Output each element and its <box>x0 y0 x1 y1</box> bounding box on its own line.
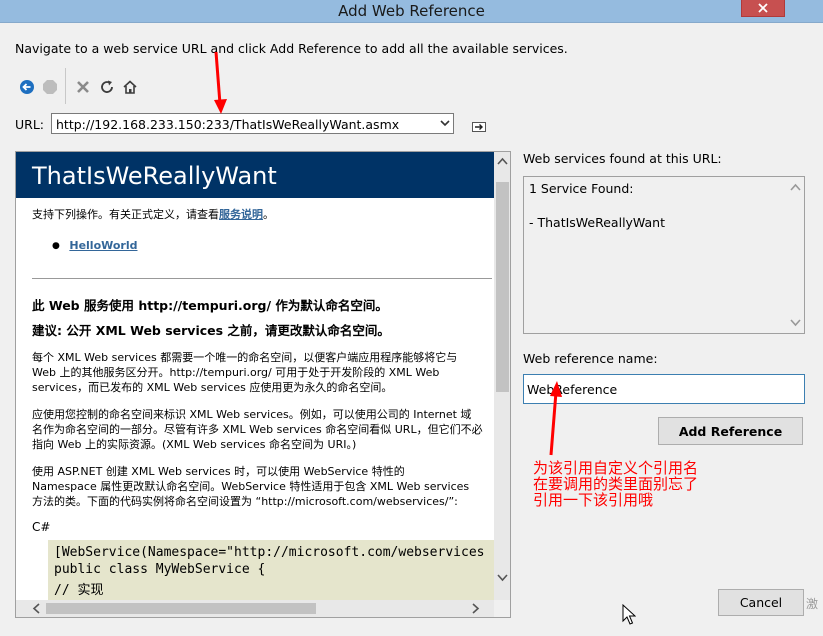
service-count: 1 Service Found: <box>529 181 634 196</box>
scroll-down-icon[interactable] <box>790 319 801 327</box>
url-value[interactable]: http://192.168.233.150:233/ThatIsWeReall… <box>56 117 399 132</box>
url-combobox[interactable]: http://192.168.233.150:233/ThatIsWeReall… <box>51 113 454 134</box>
close-icon <box>758 3 768 13</box>
cancel-button[interactable]: Cancel <box>718 589 804 616</box>
scroll-down-icon[interactable] <box>497 574 508 582</box>
watermark-text: 激 <box>806 597 819 611</box>
services-vertical-scrollbar[interactable] <box>787 177 804 333</box>
service-header: ThatIsWeReallyWant <box>16 152 494 198</box>
paragraph-3-line-1: 使用 ASP.NET 创建 XML Web services 时，可以使用 We… <box>32 465 405 478</box>
horizontal-scroll-thumb[interactable] <box>46 603 316 614</box>
intro-line: 支持下列操作。有关正式定义，请查看服务说明。 <box>32 207 492 222</box>
scroll-up-icon[interactable] <box>497 157 508 165</box>
code-language: C# <box>32 520 51 534</box>
service-description-link[interactable]: 服务说明 <box>219 208 263 221</box>
recommendation-heading: 建议: 公开 XML Web services 之前，请更改默认命名空间。 <box>32 323 390 338</box>
url-label: URL: <box>15 117 45 132</box>
paragraph-3-line-3: 方法的类。下面的代码实例将命名空间设置为 “http://microsoft.c… <box>32 495 458 508</box>
horizontal-scrollbar[interactable] <box>16 600 494 617</box>
namespace-heading: 此 Web 服务使用 http://tempuri.org/ 作为默认命名空间。 <box>32 298 388 313</box>
intro-text: 支持下列操作。有关正式定义，请查看 <box>32 208 219 221</box>
toolbar-separator <box>65 68 66 104</box>
paragraph-3-line-2: Namespace 属性更改默认命名空间。WebService 特性适用于包含 … <box>32 480 470 493</box>
services-found-label: Web services found at this URL: <box>523 151 722 166</box>
browser-pane[interactable]: ThatIsWeReallyWant 支持下列操作。有关正式定义，请查看服务说明… <box>15 151 511 618</box>
chevron-down-icon[interactable] <box>440 118 450 128</box>
url-arrow-icon <box>214 51 227 114</box>
code-line-3: // 实现 <box>54 583 104 598</box>
service-list-item[interactable]: - ThatIsWeReallyWant <box>529 215 665 230</box>
instruction-text: Navigate to a web service URL and click … <box>15 41 568 56</box>
paragraph-1-line-2: Web 上的其他服务区分开。http://tempuri.org/ 可用于处于开… <box>32 366 440 379</box>
scroll-right-icon[interactable] <box>472 603 480 614</box>
window-title: Add Web Reference <box>338 2 485 20</box>
paragraph-1-line-3: services，而已发布的 XML Web services 应使用更为永久的… <box>32 381 393 394</box>
intro-end: 。 <box>263 208 274 221</box>
paragraph-2-line-1: 应使用您控制的命名空间来标识 XML Web services。例如，可以使用公… <box>32 408 472 421</box>
code-line-1: [WebService(Namespace="http://microsoft.… <box>54 545 485 560</box>
add-reference-button[interactable]: Add Reference <box>658 417 803 445</box>
stop-icon[interactable] <box>42 79 58 95</box>
refresh-icon[interactable] <box>99 79 115 95</box>
code-block: [WebService(Namespace="http://microsoft.… <box>48 540 498 602</box>
operation-link[interactable]: HelloWorld <box>69 239 137 252</box>
paragraph-2-line-3: 指向 Web 上的实际资源。(XML Web services 命名空间为 UR… <box>32 438 357 451</box>
paragraph-2-line-2: 名作为命名空间的一部分。尽管有许多 XML Web services 命名空间看… <box>32 423 483 436</box>
reference-name-input[interactable] <box>523 374 805 404</box>
scroll-up-icon[interactable] <box>790 183 801 191</box>
mouse-cursor-icon <box>622 604 636 625</box>
back-arrow-icon[interactable] <box>19 79 35 95</box>
delete-icon[interactable] <box>75 79 91 95</box>
service-title: ThatIsWeReallyWant <box>32 162 277 190</box>
go-arrow-icon[interactable] <box>472 122 486 132</box>
divider <box>32 278 492 279</box>
services-found-list[interactable]: 1 Service Found: - ThatIsWeReallyWant <box>523 176 805 334</box>
annotation-line-3: 引用一下该引用哦 <box>533 491 654 509</box>
bullet-icon: ● <box>52 241 60 251</box>
scroll-left-icon[interactable] <box>32 603 40 614</box>
home-icon[interactable] <box>122 79 138 95</box>
close-button[interactable] <box>741 0 785 17</box>
title-bar: Add Web Reference <box>0 0 823 23</box>
paragraph-1-line-1: 每个 XML Web services 都需要一个唯一的命名空间，以便客户端应用… <box>32 351 458 364</box>
vertical-scrollbar[interactable] <box>494 152 510 600</box>
scroll-corner <box>494 600 510 617</box>
operation-list-item: ● HelloWorld <box>52 238 510 255</box>
vertical-scroll-thumb[interactable] <box>496 182 509 392</box>
code-line-2: public class MyWebService { <box>54 562 266 577</box>
reference-name-label: Web reference name: <box>523 351 658 366</box>
